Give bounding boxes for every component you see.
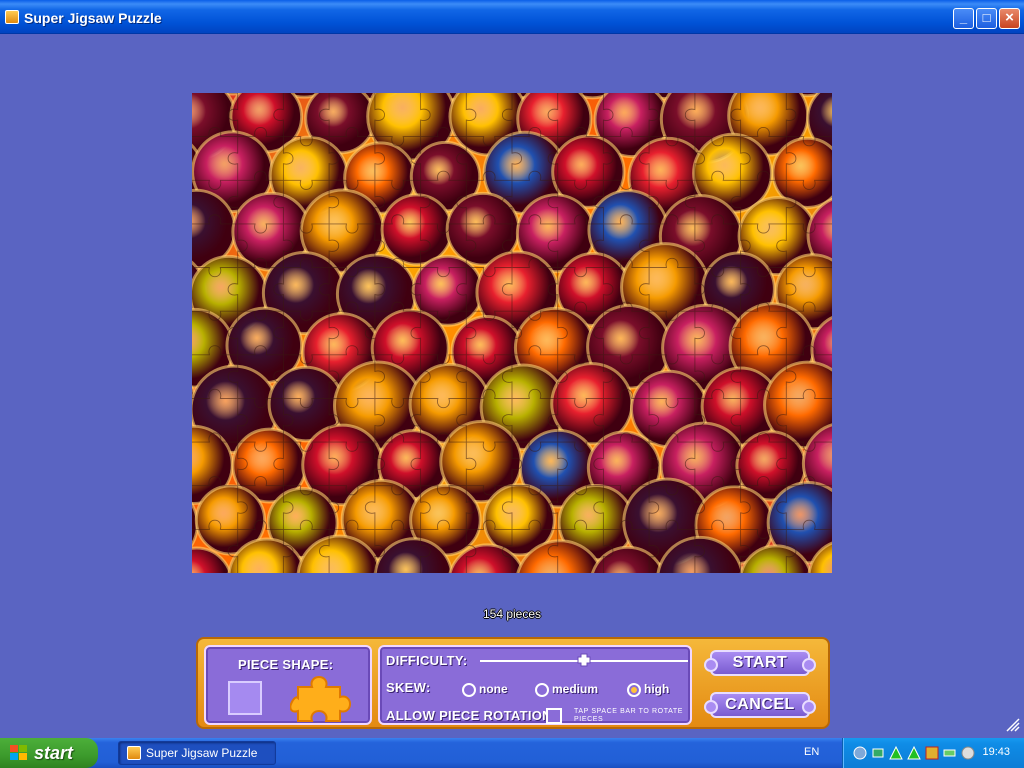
- puzzle-piece-grid: [192, 93, 832, 573]
- skew-none-radio[interactable]: [462, 683, 476, 697]
- language-indicator[interactable]: EN: [804, 746, 819, 758]
- skew-high-label: high: [644, 682, 670, 696]
- options-box: DIFFICULTY: SKEW: none medium high ALLOW…: [378, 645, 692, 725]
- close-button[interactable]: ×: [999, 8, 1020, 29]
- resize-grip-icon[interactable]: [1004, 716, 1020, 732]
- windows-flag-icon: [10, 745, 28, 761]
- puzzle-settings-panel: PIECE SHAPE: DIFFICULTY: SKEW: none medi…: [196, 637, 830, 729]
- flag-icon[interactable]: [925, 746, 939, 760]
- green-triangle-icon[interactable]: [889, 746, 903, 760]
- shield-icon[interactable]: [853, 746, 867, 760]
- cancel-button[interactable]: CANCEL: [704, 692, 816, 718]
- skew-medium-label: medium: [552, 682, 599, 696]
- network-icon[interactable]: [871, 746, 885, 760]
- minimize-button[interactable]: _: [953, 8, 974, 29]
- taskbar-item-label: Super Jigsaw Puzzle: [146, 746, 258, 760]
- battery-icon[interactable]: [943, 746, 957, 760]
- piece-shape-box: PIECE SHAPE:: [204, 645, 372, 725]
- taskbar: start Super Jigsaw Puzzle EN 19:43: [0, 738, 1024, 768]
- puzzle-image[interactable]: [192, 93, 832, 573]
- system-tray: 19:43: [842, 738, 1024, 768]
- rotation-checkbox[interactable]: [546, 708, 562, 724]
- green-triangle-icon[interactable]: [907, 746, 921, 760]
- start-button[interactable]: start: [0, 738, 98, 768]
- start-button[interactable]: START: [704, 650, 816, 676]
- skew-label: SKEW:: [386, 680, 431, 695]
- skew-none-label: none: [479, 682, 508, 696]
- start-label: start: [34, 743, 74, 763]
- piece-shape-label: PIECE SHAPE:: [238, 657, 334, 672]
- clock[interactable]: 19:43: [982, 746, 1010, 758]
- app-icon: [5, 10, 19, 24]
- taskbar-item-super-jigsaw[interactable]: Super Jigsaw Puzzle: [118, 741, 276, 765]
- skew-high-radio[interactable]: [627, 683, 641, 697]
- difficulty-label: DIFFICULTY:: [386, 653, 468, 668]
- piece-outline: [192, 93, 832, 573]
- globe-icon[interactable]: [961, 746, 975, 760]
- skew-medium-radio[interactable]: [535, 683, 549, 697]
- rotation-label: ALLOW PIECE ROTATION: [386, 708, 552, 723]
- window-title: Super Jigsaw Puzzle: [24, 10, 162, 26]
- difficulty-slider-thumb[interactable]: [577, 653, 591, 667]
- piece-count-label: 154 pieces: [482, 607, 542, 621]
- jigsaw-shape-option[interactable]: [290, 673, 354, 725]
- maximize-button[interactable]: □: [976, 8, 997, 29]
- title-bar[interactable]: Super Jigsaw Puzzle _ □ ×: [0, 0, 1024, 34]
- rotation-hint: TAP SPACE BAR TO ROTATE PIECES: [574, 708, 683, 723]
- square-shape-option[interactable]: [228, 681, 262, 715]
- app-icon: [127, 746, 141, 760]
